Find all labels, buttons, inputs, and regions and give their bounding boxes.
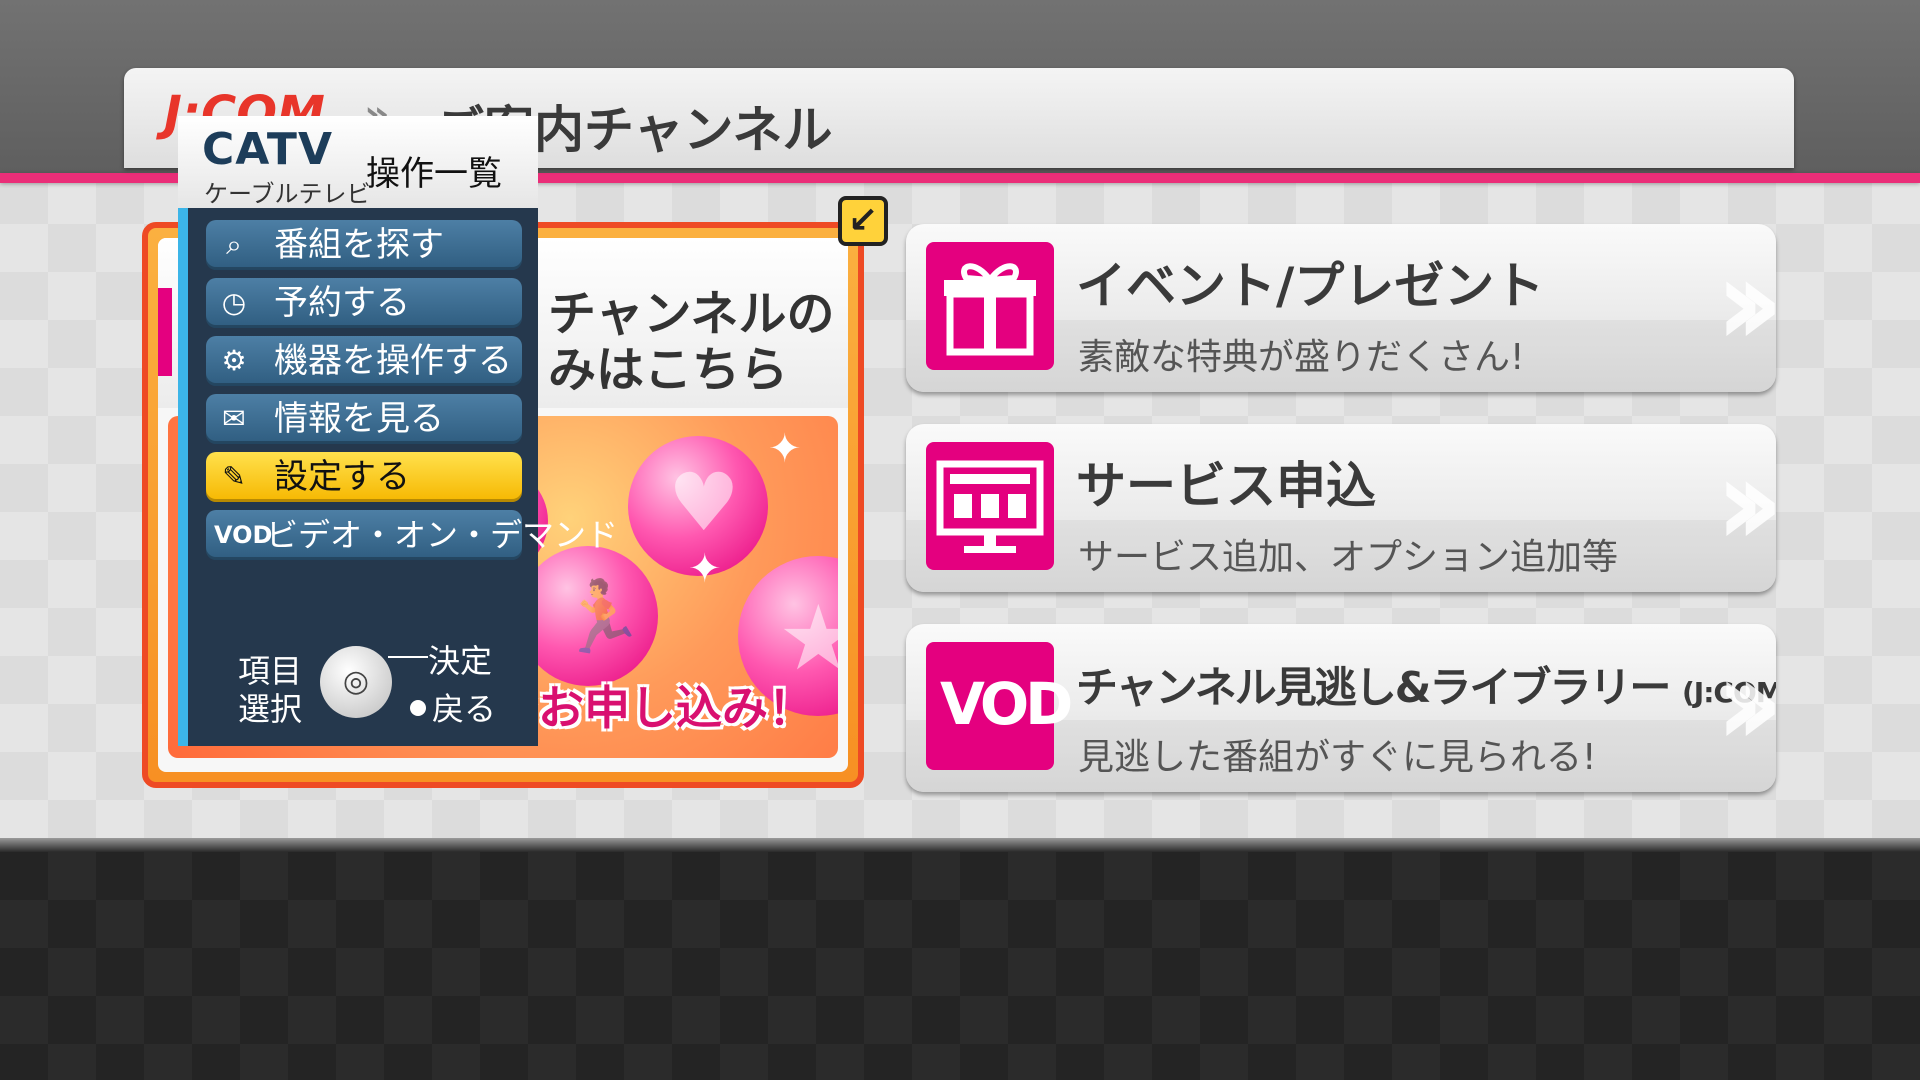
menu-item-label: 情報を見る	[274, 399, 444, 439]
back-button-icon	[410, 700, 426, 716]
menu-header: CATV ケーブルテレビ 操作一覧	[178, 116, 538, 208]
promo-heading-line2: みはこちら	[548, 342, 789, 398]
menu-item-label: 機器を操作する	[274, 341, 512, 381]
vod-tag: VOD	[214, 521, 273, 549]
sparkle-icon: ✦	[768, 426, 802, 472]
promo-pink-tab	[158, 288, 172, 376]
device-icon: ⚙	[221, 344, 247, 377]
vod-icon-text: VOD	[940, 670, 1073, 738]
monitor-check-icon	[926, 442, 1054, 570]
help-connector-line	[388, 656, 428, 658]
operation-menu: ⌕ 番組を探す ◷ 予約する ⚙ 機器を操作する ✉ 情報を見る ✎ 設定する …	[178, 208, 618, 746]
bottom-divider	[0, 838, 1920, 852]
card-subtitle: 見逃した番組がすぐに見られる!	[1078, 737, 1597, 778]
card-title-main: チャンネル見逃し&ライブラリー	[1076, 663, 1671, 712]
menu-item-vod[interactable]: VOD ビデオ・オン・デマンド	[206, 510, 618, 560]
bottom-area	[0, 852, 1920, 1080]
dpad-icon: ◎	[320, 646, 392, 718]
card-title: チャンネル見逃し&ライブラリー (J:COM オン デマンド)	[1076, 654, 1776, 715]
menu-item-reserve[interactable]: ◷ 予約する	[206, 278, 522, 328]
menu-item-information[interactable]: ✉ 情報を見る	[206, 394, 522, 444]
wrench-icon: ✎	[222, 460, 246, 493]
heart-icon: ♥	[668, 456, 740, 549]
menu-item-label: 設定する	[274, 457, 410, 497]
chevron-right-icon: ››	[1715, 634, 1776, 773]
vod-icon: VOD	[926, 642, 1073, 770]
menu-item-label: ビデオ・オン・デマンド	[266, 516, 619, 554]
card-title: サービス申込	[1076, 457, 1376, 515]
chevron-right-icon: ››	[1715, 234, 1776, 373]
promo-cta-text: ンお申し込み！	[492, 681, 814, 735]
card-service-apply[interactable]: サービス申込 サービス追加、オプション追加等 ››	[906, 424, 1776, 592]
clock-icon: ◷	[221, 286, 247, 319]
menu-title: 操作一覧	[366, 154, 502, 194]
help-ok-label: 決定	[428, 642, 493, 680]
catv-logo-subtitle: ケーブルテレビ	[204, 180, 371, 208]
menu-item-search-programs[interactable]: ⌕ 番組を探す	[206, 220, 522, 270]
return-arrow-icon: ↙	[838, 196, 888, 246]
card-subtitle: サービス追加、オプション追加等	[1078, 537, 1619, 578]
gift-icon	[926, 242, 1054, 370]
help-back-label: 戻る	[432, 690, 497, 728]
card-vod-library[interactable]: VOD チャンネル見逃し&ライブラリー (J:COM オン デマンド) 見逃した…	[906, 624, 1776, 792]
search-icon: ⌕	[226, 228, 242, 261]
catv-logo: CATV	[202, 124, 333, 175]
runner-icon: 🏃	[558, 576, 646, 658]
sparkle-icon: ✦	[688, 546, 722, 592]
menu-item-settings[interactable]: ✎ 設定する	[206, 452, 522, 502]
card-subtitle: 素敵な特典が盛りだくさん!	[1078, 337, 1525, 378]
mail-icon: ✉	[222, 402, 246, 435]
help-select-label: 選択	[238, 690, 303, 728]
menu-item-label: 予約する	[274, 283, 410, 323]
card-event-present[interactable]: イベント/プレゼント 素敵な特典が盛りだくさん! ››	[906, 224, 1776, 392]
card-title: イベント/プレゼント	[1076, 257, 1545, 315]
menu-item-label: 番組を探す	[274, 225, 444, 265]
menu-item-device-control[interactable]: ⚙ 機器を操作する	[206, 336, 522, 386]
chevron-right-icon: ››	[1715, 434, 1776, 573]
